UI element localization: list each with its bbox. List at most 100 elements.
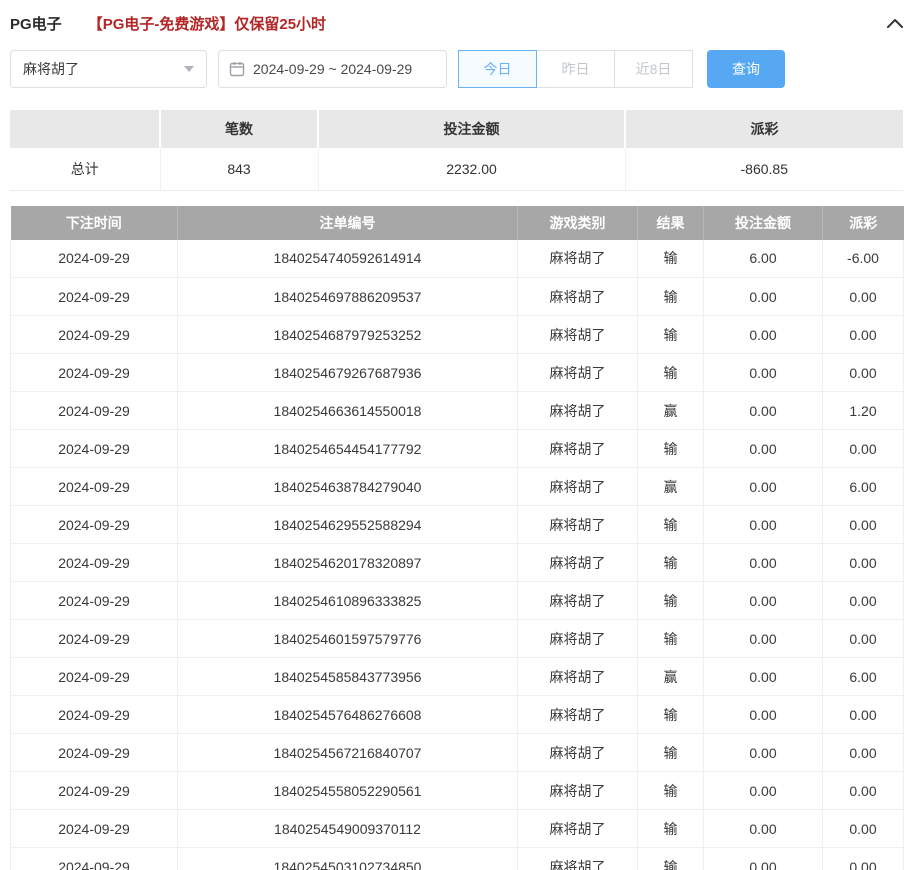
cell-result: 输 <box>638 772 704 810</box>
cell-bet-time: 2024-09-29 <box>11 240 178 278</box>
cell-game-type: 麻将胡了 <box>518 468 638 506</box>
cell-result: 输 <box>638 278 704 316</box>
cell-payout: 0.00 <box>823 696 904 734</box>
cell-result: 赢 <box>638 392 704 430</box>
cell-game-type: 麻将胡了 <box>518 278 638 316</box>
cell-payout: 0.00 <box>823 278 904 316</box>
cell-payout: 0.00 <box>823 506 904 544</box>
cell-order-id: 1840254576486276608 <box>178 696 518 734</box>
cell-bet-amount: 0.00 <box>704 810 823 848</box>
cell-bet-time: 2024-09-29 <box>11 658 178 696</box>
cell-payout: 0.00 <box>823 430 904 468</box>
cell-bet-amount: 0.00 <box>704 848 823 870</box>
cell-bet-amount: 0.00 <box>704 392 823 430</box>
summary-total-row: 总计 843 2232.00 -860.85 <box>10 148 903 190</box>
cell-order-id: 1840254503102734850 <box>178 848 518 870</box>
cell-game-type: 麻将胡了 <box>518 620 638 658</box>
date-range-picker[interactable]: 2024-09-29 ~ 2024-09-29 <box>218 50 447 88</box>
cell-bet-time: 2024-09-29 <box>11 582 178 620</box>
cell-order-id: 1840254697886209537 <box>178 278 518 316</box>
cell-bet-amount: 0.00 <box>704 658 823 696</box>
cell-bet-amount: 0.00 <box>704 278 823 316</box>
cell-bet-amount: 0.00 <box>704 582 823 620</box>
cell-order-id: 1840254585843773956 <box>178 658 518 696</box>
table-row: 2024-09-29 1840254576486276608 麻将胡了 输 0.… <box>11 696 904 734</box>
cell-order-id: 1840254638784279040 <box>178 468 518 506</box>
table-row: 2024-09-29 1840254503102734850 麻将胡了 输 0.… <box>11 848 904 870</box>
records-header-bet-time: 下注时间 <box>11 206 178 240</box>
cell-bet-time: 2024-09-29 <box>11 848 178 870</box>
table-row: 2024-09-29 1840254549009370112 麻将胡了 输 0.… <box>11 810 904 848</box>
cell-bet-time: 2024-09-29 <box>11 316 178 354</box>
cell-result: 输 <box>638 810 704 848</box>
summary-header-bet-amount: 投注金额 <box>318 110 625 148</box>
cell-game-type: 麻将胡了 <box>518 544 638 582</box>
cell-bet-time: 2024-09-29 <box>11 810 178 848</box>
table-row: 2024-09-29 1840254567216840707 麻将胡了 输 0.… <box>11 734 904 772</box>
records-body: 2024-09-29 1840254740592614914 麻将胡了 输 6.… <box>11 240 904 870</box>
cell-bet-amount: 0.00 <box>704 772 823 810</box>
chevron-down-icon <box>184 66 194 72</box>
table-row: 2024-09-29 1840254601597579776 麻将胡了 输 0.… <box>11 620 904 658</box>
cell-game-type: 麻将胡了 <box>518 810 638 848</box>
quick-button-last-8-days[interactable]: 近8日 <box>614 50 693 88</box>
calendar-icon <box>229 61 245 77</box>
cell-bet-amount: 0.00 <box>704 734 823 772</box>
quick-button-yesterday[interactable]: 昨日 <box>536 50 615 88</box>
cell-game-type: 麻将胡了 <box>518 696 638 734</box>
cell-bet-amount: 0.00 <box>704 430 823 468</box>
table-row: 2024-09-29 1840254629552588294 麻将胡了 输 0.… <box>11 506 904 544</box>
cell-bet-amount: 0.00 <box>704 468 823 506</box>
page-title: PG电子 <box>10 13 62 34</box>
cell-result: 赢 <box>638 658 704 696</box>
cell-result: 输 <box>638 544 704 582</box>
summary-header-count: 笔数 <box>160 110 318 148</box>
records-header-game-type: 游戏类别 <box>518 206 638 240</box>
table-row: 2024-09-29 1840254654454177792 麻将胡了 输 0.… <box>11 430 904 468</box>
query-button[interactable]: 查询 <box>707 50 785 88</box>
cell-bet-time: 2024-09-29 <box>11 544 178 582</box>
cell-bet-amount: 0.00 <box>704 506 823 544</box>
cell-bet-time: 2024-09-29 <box>11 430 178 468</box>
cell-payout: 1.20 <box>823 392 904 430</box>
records-header-row: 下注时间 注单编号 游戏类别 结果 投注金额 派彩 <box>11 206 904 240</box>
cell-payout: 0.00 <box>823 316 904 354</box>
cell-payout: 0.00 <box>823 582 904 620</box>
date-range-value: 2024-09-29 ~ 2024-09-29 <box>253 61 412 77</box>
cell-result: 输 <box>638 430 704 468</box>
cell-result: 输 <box>638 316 704 354</box>
cell-order-id: 1840254549009370112 <box>178 810 518 848</box>
cell-payout: 0.00 <box>823 544 904 582</box>
game-select-value: 麻将胡了 <box>23 59 79 79</box>
cell-result: 输 <box>638 582 704 620</box>
cell-payout: 0.00 <box>823 354 904 392</box>
summary-payout-value: -860.85 <box>625 148 903 190</box>
cell-game-type: 麻将胡了 <box>518 848 638 870</box>
summary-header-blank <box>10 110 160 148</box>
section-header: PG电子 【PG电子-免费游戏】仅保留25小时 <box>10 0 905 34</box>
cell-bet-time: 2024-09-29 <box>11 620 178 658</box>
cell-order-id: 1840254679267687936 <box>178 354 518 392</box>
cell-order-id: 1840254687979253252 <box>178 316 518 354</box>
table-row: 2024-09-29 1840254740592614914 麻将胡了 输 6.… <box>11 240 904 278</box>
game-select[interactable]: 麻将胡了 <box>10 50 207 88</box>
cell-game-type: 麻将胡了 <box>518 430 638 468</box>
cell-game-type: 麻将胡了 <box>518 240 638 278</box>
cell-order-id: 1840254558052290561 <box>178 772 518 810</box>
cell-bet-amount: 0.00 <box>704 544 823 582</box>
table-row: 2024-09-29 1840254638784279040 麻将胡了 赢 0.… <box>11 468 904 506</box>
cell-result: 赢 <box>638 468 704 506</box>
notice-text: 【PG电子-免费游戏】仅保留25小时 <box>88 13 326 34</box>
cell-payout: -6.00 <box>823 240 904 278</box>
records-header-bet-amount: 投注金额 <box>704 206 823 240</box>
cell-order-id: 1840254629552588294 <box>178 506 518 544</box>
collapse-chevron-up-icon[interactable] <box>885 16 905 30</box>
cell-game-type: 麻将胡了 <box>518 772 638 810</box>
summary-header-row: 笔数 投注金额 派彩 <box>10 110 903 148</box>
table-row: 2024-09-29 1840254585843773956 麻将胡了 赢 0.… <box>11 658 904 696</box>
summary-table: 笔数 投注金额 派彩 总计 843 2232.00 -860.85 <box>10 110 903 191</box>
summary-header-payout: 派彩 <box>625 110 903 148</box>
cell-game-type: 麻将胡了 <box>518 316 638 354</box>
quick-button-today[interactable]: 今日 <box>458 50 537 88</box>
cell-payout: 0.00 <box>823 734 904 772</box>
